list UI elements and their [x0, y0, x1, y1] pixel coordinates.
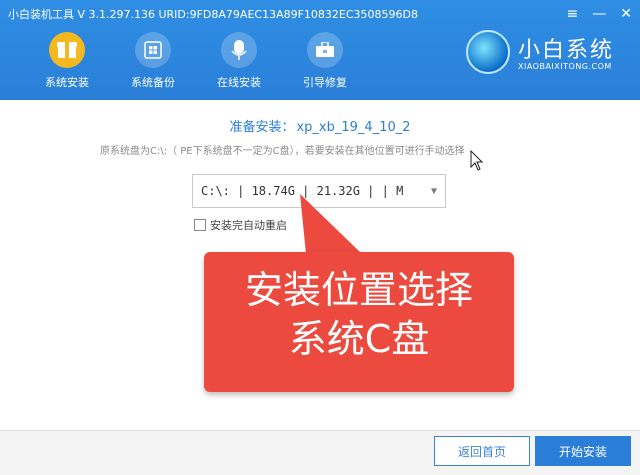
windows-backup-icon: [135, 32, 171, 68]
brand-subtitle: XIAOBAIXITONG.COM: [518, 62, 612, 71]
footer-bar: 返回首页 开始安装: [0, 430, 640, 475]
minimize-button[interactable]: —: [592, 6, 606, 22]
annotation-callout: 安装位置选择 系统C盘: [204, 252, 514, 392]
prepare-install-line: 准备安装： xp_xb_19_4_10_2: [0, 116, 640, 135]
tab-label: 系统备份: [131, 76, 175, 89]
tab-system-backup[interactable]: 系统备份: [110, 32, 196, 90]
location-hint: 原系统盘为C:\:（ PE下系统盘不一定为C盘），若要安装在其他位置可进行手动选…: [100, 146, 465, 157]
start-install-button[interactable]: 开始安装: [535, 436, 631, 466]
callout-line-1: 安装位置选择: [244, 268, 473, 312]
auto-restart-option[interactable]: 安装完自动重启: [194, 217, 287, 233]
toolbox-icon: [307, 32, 343, 68]
package-icon: [49, 32, 85, 68]
prepare-label: 准备安装：: [229, 120, 295, 135]
logo-icon: [466, 30, 510, 74]
menu-icon[interactable]: ≡: [567, 6, 579, 22]
tab-online-install[interactable]: 在线安装: [196, 32, 282, 90]
main-nav: 系统安装 系统备份 在线安装 引导修复: [24, 32, 368, 90]
chevron-down-icon: ▼: [430, 185, 437, 197]
tab-label: 在线安装: [217, 76, 261, 89]
back-home-button[interactable]: 返回首页: [434, 436, 530, 466]
auto-restart-label: 安装完自动重启: [210, 219, 287, 232]
callout-line-2: 系统C盘: [288, 317, 430, 362]
app-header: 小白装机工具 V 3.1.297.136 URID:9FD8A79AEC13A8…: [0, 0, 640, 100]
auto-restart-checkbox[interactable]: [194, 219, 206, 231]
brand-logo: 小白系统 XIAOBAIXITONG.COM: [466, 30, 626, 80]
callout-pointer: [300, 194, 362, 254]
tab-label: 系统安装: [45, 76, 89, 89]
window-controls: ≡ — ✕: [567, 6, 632, 22]
window-title: 小白装机工具 V 3.1.297.136 URID:9FD8A79AEC13A8…: [8, 8, 419, 21]
close-button[interactable]: ✕: [620, 6, 632, 22]
download-icon: [221, 32, 257, 68]
mouse-cursor-icon: [470, 150, 484, 171]
brand-name: 小白系统: [518, 38, 615, 63]
tab-label: 引导修复: [303, 76, 347, 89]
tab-boot-repair[interactable]: 引导修复: [282, 32, 368, 90]
tab-system-install[interactable]: 系统安装: [24, 32, 110, 90]
image-name: xp_xb_19_4_10_2: [296, 120, 411, 135]
